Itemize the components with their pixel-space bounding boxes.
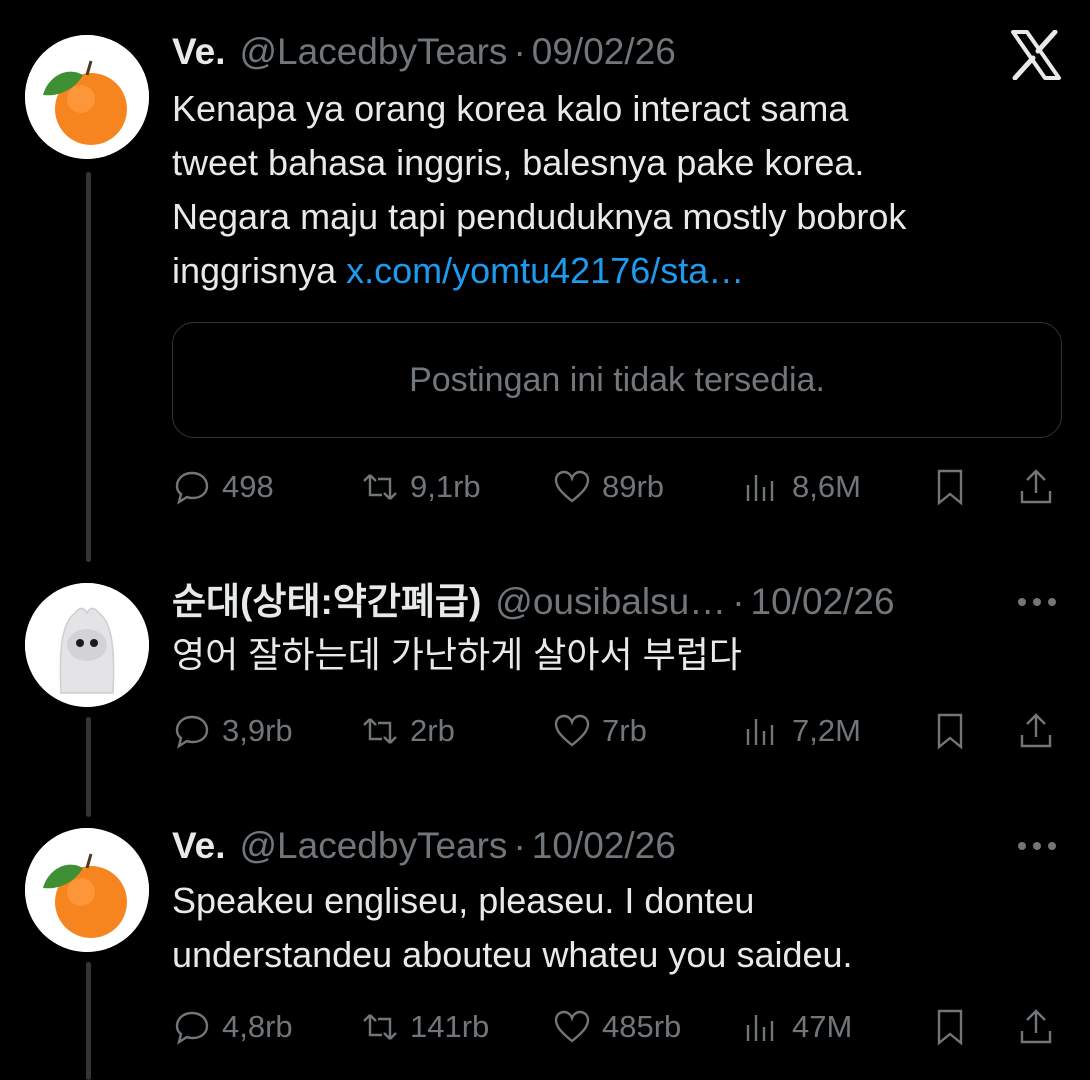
bookmark-button[interactable] [930, 457, 970, 517]
repost-button[interactable]: 9,1rb [360, 457, 481, 517]
heart-icon [554, 1010, 590, 1043]
display-name[interactable]: 순대(상태:약간폐급) [172, 580, 481, 624]
avatar[interactable] [25, 828, 149, 952]
reply-button[interactable]: 498 [172, 457, 274, 517]
like-count: 7rb [602, 713, 647, 748]
share-button[interactable] [1016, 997, 1056, 1057]
share-icon [1020, 1009, 1052, 1044]
username[interactable]: @LacedbyTears [240, 824, 508, 868]
bookmark-icon [937, 713, 963, 750]
heart-icon [554, 714, 590, 747]
repost-icon [363, 1014, 397, 1040]
action-bar: 4,8rb 141rb 485rb 47M [172, 997, 1062, 1057]
thread-line [86, 962, 91, 1080]
repost-button[interactable]: 141rb [360, 997, 489, 1057]
post-text: Kenapa ya orang korea kalo interact sama… [172, 82, 906, 298]
bookmark-icon [937, 469, 963, 506]
text-line: Speakeu engliseu, pleaseu. I donteu [172, 880, 755, 921]
reply-icon [175, 715, 209, 749]
reply-icon [175, 471, 209, 505]
thread-line [86, 172, 91, 562]
share-button[interactable] [1016, 701, 1056, 761]
action-bar: 3,9rb 2rb 7rb 7,2M [172, 701, 1062, 761]
timestamp[interactable]: 09/02/26 [532, 30, 676, 74]
reply-count: 3,9rb [222, 713, 293, 748]
quote-unavailable-card: Postingan ini tidak tersedia. [172, 322, 1062, 438]
heart-icon [554, 470, 590, 503]
text-line: Kenapa ya orang korea kalo interact sama [172, 88, 849, 129]
text-line: tweet bahasa inggris, balesnya pake kore… [172, 142, 865, 183]
separator-dot: · [513, 825, 526, 866]
thread-line [86, 717, 91, 817]
views-button[interactable]: 7,2M [742, 701, 861, 761]
action-bar: 498 9,1rb 89rb 8,6M [172, 457, 1062, 517]
separator-dot: · [732, 581, 745, 622]
post-header: Ve. @LacedbyTears · 10/02/26 [172, 824, 676, 868]
avatar[interactable] [25, 583, 149, 707]
reply-button[interactable]: 4,8rb [172, 997, 293, 1057]
text-fragment: inggrisnya [172, 250, 337, 291]
views-icon [746, 719, 774, 745]
like-button[interactable]: 485rb [552, 997, 681, 1057]
reply-button[interactable]: 3,9rb [172, 701, 293, 761]
repost-count: 9,1rb [410, 469, 481, 504]
timestamp[interactable]: 10/02/26 [751, 580, 895, 624]
reply-count: 498 [222, 469, 274, 504]
text-line: 영어 잘하는데 가난하게 살아서 부럽다 [172, 634, 742, 675]
username[interactable]: @LacedbyTears [240, 30, 508, 74]
repost-icon [363, 718, 397, 744]
repost-icon [363, 474, 397, 500]
more-icon[interactable] [1018, 836, 1062, 856]
repost-button[interactable]: 2rb [360, 701, 455, 761]
text-line: inggrisnya x.com/yomtu42176/sta… [172, 244, 906, 298]
post-link[interactable]: x.com/yomtu42176/sta… [346, 250, 744, 291]
views-button[interactable]: 47M [742, 997, 852, 1057]
timestamp[interactable]: 10/02/26 [532, 824, 676, 868]
more-icon[interactable] [1018, 592, 1062, 612]
post-text: Speakeu engliseu, pleaseu. I donteu unde… [172, 874, 853, 982]
bookmark-button[interactable] [930, 701, 970, 761]
like-count: 485rb [602, 1009, 682, 1044]
display-name[interactable]: Ve. [172, 30, 226, 74]
views-button[interactable]: 8,6M [742, 457, 861, 517]
post-header: Ve. @LacedbyTears · 09/02/26 [172, 30, 676, 74]
like-button[interactable]: 7rb [552, 701, 647, 761]
views-count: 47M [792, 1009, 853, 1044]
username[interactable]: @ousibalsu… [495, 580, 726, 624]
x-logo-icon [1010, 29, 1062, 81]
like-button[interactable]: 89rb [552, 457, 664, 517]
views-icon [746, 475, 774, 501]
bookmark-button[interactable] [930, 997, 970, 1057]
reply-icon [175, 1011, 209, 1045]
display-name[interactable]: Ve. [172, 824, 226, 868]
bookmark-icon [937, 1009, 963, 1046]
like-count: 89rb [602, 469, 665, 504]
share-icon [1020, 713, 1052, 748]
views-icon [746, 1015, 774, 1041]
text-line: Negara maju tapi penduduknya mostly bobr… [172, 196, 907, 237]
text-line: understandeu abouteu whateu you saideu. [172, 934, 853, 975]
separator-dot: · [513, 31, 526, 72]
avatar[interactable] [25, 35, 149, 159]
views-count: 8,6M [792, 469, 861, 504]
repost-count: 141rb [410, 1009, 490, 1044]
reply-count: 4,8rb [222, 1009, 293, 1044]
post-text: 영어 잘하는데 가난하게 살아서 부럽다 [172, 628, 742, 682]
share-button[interactable] [1016, 457, 1056, 517]
post-header: 순대(상태:약간폐급) @ousibalsu… · 10/02/26 [172, 580, 895, 624]
views-count: 7,2M [792, 713, 861, 748]
share-icon [1020, 469, 1052, 504]
repost-count: 2rb [410, 713, 455, 748]
